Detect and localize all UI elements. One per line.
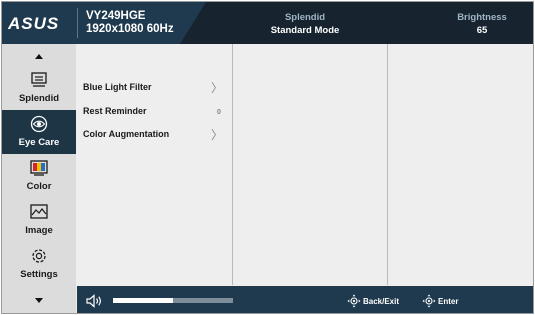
menu-item-value: 0	[216, 107, 221, 116]
menu-item-color-augmentation[interactable]: Color Augmentation 〉	[83, 128, 225, 143]
splendid-status-value: Standard Mode	[270, 25, 340, 36]
logo-divider	[77, 8, 78, 38]
scroll-down-icon[interactable]	[35, 298, 43, 303]
color-icon	[30, 160, 48, 176]
svg-text:ASUS: ASUS	[8, 14, 59, 33]
sidebar-item-label: Eye Care	[18, 137, 60, 148]
splendid-status: Splendid Standard Mode	[250, 11, 360, 37]
sidebar-item-image[interactable]: Image	[2, 198, 76, 242]
model-resolution: 1920x1080 60Hz	[86, 23, 174, 35]
menu-item-blue-light-filter[interactable]: Blue Light Filter 〉	[83, 81, 225, 96]
scroll-up-icon[interactable]	[35, 54, 43, 59]
menu-item-label: Color Augmentation	[83, 129, 170, 139]
back-exit-label: Back/Exit	[363, 297, 400, 306]
splendid-status-label: Splendid	[284, 12, 326, 23]
model-info: VY249HGE 1920x1080 60Hz	[86, 10, 174, 36]
submenu-column	[233, 44, 386, 285]
value-column	[388, 44, 533, 285]
header-bar: ASUS VY249HGE 1920x1080 60Hz Splendid St…	[2, 2, 533, 44]
splendid-icon	[31, 72, 47, 87]
footer-bar: Back/Exit Enter	[77, 286, 533, 313]
volume-icon	[86, 294, 101, 308]
sidebar-item-eye-care[interactable]: Eye Care	[2, 110, 76, 154]
brightness-status-label: Brightness	[457, 12, 507, 23]
menu-item-label: Rest Reminder	[83, 106, 147, 116]
joystick-icon	[347, 294, 361, 308]
chevron-right-icon: 〉	[210, 81, 223, 95]
sidebar: Splendid Eye Care Color Image Settings	[2, 44, 76, 313]
volume-slider-fill	[113, 298, 173, 303]
menu-item-label: Blue Light Filter	[83, 82, 152, 92]
sidebar-item-label: Splendid	[18, 93, 60, 104]
chevron-right-icon: 〉	[210, 128, 223, 142]
sidebar-item-label: Image	[25, 225, 53, 236]
sidebar-item-settings[interactable]: Settings	[2, 242, 76, 286]
brightness-status-value: 65	[476, 25, 488, 36]
sidebar-item-label: Settings	[20, 269, 58, 280]
enter-label: Enter	[438, 297, 459, 306]
model-name: VY249HGE	[86, 10, 146, 22]
sidebar-item-label: Color	[26, 181, 52, 192]
sidebar-item-splendid[interactable]: Splendid	[2, 66, 76, 110]
joystick-icon	[422, 294, 436, 308]
sidebar-item-color[interactable]: Color	[2, 154, 76, 198]
volume-slider[interactable]	[113, 298, 233, 303]
menu-item-rest-reminder[interactable]: Rest Reminder 0	[83, 106, 225, 120]
settings-icon	[32, 249, 46, 263]
osd-menu: ASUS VY249HGE 1920x1080 60Hz Splendid St…	[1, 1, 534, 314]
eye-care-icon	[30, 115, 48, 133]
menu-column: Blue Light Filter 〉 Rest Reminder 0 Colo…	[77, 44, 231, 285]
asus-logo: ASUS	[8, 14, 59, 33]
image-icon	[30, 204, 48, 219]
brightness-status: Brightness 65	[432, 11, 532, 37]
